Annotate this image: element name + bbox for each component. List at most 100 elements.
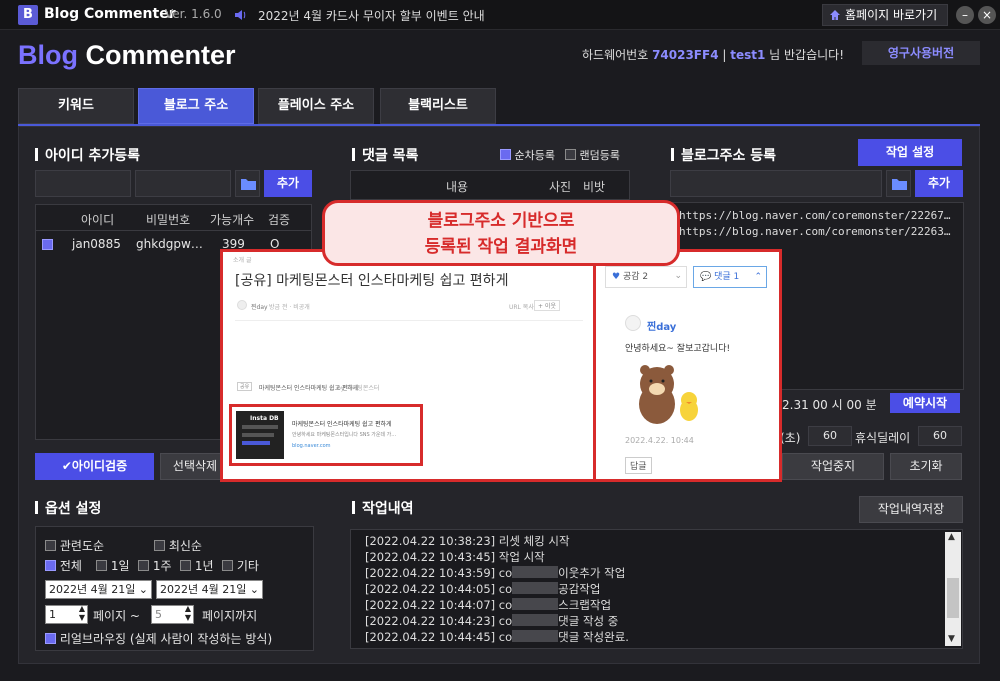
scrollbar-thumb[interactable] xyxy=(947,578,959,618)
page-from-stepper[interactable]: 1 ▲ ▼ xyxy=(45,604,88,624)
card-thumb-text: Insta DB xyxy=(250,415,279,422)
card-desc: 안녕하세요 마케팅몬스터입니다 SNS 가운데 가… xyxy=(292,432,397,438)
period-1d-checkbox[interactable] xyxy=(96,560,107,571)
id-input[interactable] xyxy=(35,170,131,197)
verify-id-label: 아이디검증 xyxy=(71,459,128,473)
sequential-option[interactable]: 순차등록 xyxy=(500,147,555,163)
task-settings-button[interactable]: 작업 설정 xyxy=(858,139,962,166)
log-message: 작업 시작 xyxy=(498,550,545,564)
list-item[interactable]: https://blog.naver.com/coremonster/22267… xyxy=(679,209,951,222)
tab-blacklist[interactable]: 블랙리스트 xyxy=(380,88,496,124)
schedule-hour[interactable]: 00 xyxy=(813,398,828,412)
sort-related-checkbox[interactable] xyxy=(45,540,56,551)
log-title: 작업내역 xyxy=(352,498,414,518)
page-to-label: 페이지까지 xyxy=(202,609,258,623)
chevron-down-icon: ⌄ xyxy=(249,583,259,596)
speech-bubble-icon: 💬 xyxy=(700,272,712,282)
callout-box: 블로그주소 기반으로 등록된 작업 결과화면 xyxy=(322,200,680,266)
blog-folder-button[interactable] xyxy=(886,170,911,197)
list-item[interactable]: https://blog.naver.com/coremonster/22263… xyxy=(679,225,951,238)
scroll-up-icon[interactable]: ▲ xyxy=(948,532,955,542)
homepage-button[interactable]: 홈페이지 바로가기 xyxy=(822,4,948,26)
commenter-name[interactable]: 찐day xyxy=(647,318,676,333)
random-option[interactable]: 랜덤등록 xyxy=(565,147,620,163)
period-1d-option[interactable]: 1일 xyxy=(96,557,130,574)
stop-task-button[interactable]: 작업중지 xyxy=(782,453,884,480)
screenshot-divider xyxy=(593,252,596,479)
delay-suffix: (초) xyxy=(780,431,801,445)
col-id: 아이디 xyxy=(81,213,115,227)
app-logo: Blog Commenter xyxy=(18,40,236,71)
page-to-value: 5 xyxy=(155,608,162,621)
notice-text[interactable]: 2022년 4월 카드사 무이자 할부 이벤트 안내 xyxy=(258,7,485,24)
blog-add-button[interactable]: 추가 xyxy=(915,170,963,197)
tab-keyword[interactable]: 키워드 xyxy=(18,88,134,124)
page-to-stepper[interactable]: 5 ▲ ▼ xyxy=(151,604,194,624)
callout-line-2: 등록된 작업 결과화면 xyxy=(424,237,578,257)
card-title: 마케팅몬스터 인스타마케팅 쉽고 편하게 xyxy=(292,421,392,428)
period-1y-checkbox[interactable] xyxy=(180,560,191,571)
real-browsing-checkbox[interactable] xyxy=(45,633,56,644)
license-button[interactable]: 영구사용버전 xyxy=(862,41,980,65)
delay-input[interactable]: 60 xyxy=(808,426,852,446)
id-add-button[interactable]: 추가 xyxy=(264,170,312,197)
period-etc-option[interactable]: 기타 xyxy=(222,557,259,574)
scroll-down-icon[interactable]: ▼ xyxy=(948,634,955,644)
date-from-picker[interactable]: 2022년 4월 21일 ⌄ xyxy=(45,580,152,599)
close-icon[interactable]: × xyxy=(978,6,996,24)
blog-url-input[interactable] xyxy=(670,170,882,197)
sort-recent-checkbox[interactable] xyxy=(154,540,165,551)
sort-recent-option[interactable]: 최신순 xyxy=(154,537,202,554)
neighbor-button[interactable]: + 이웃 xyxy=(534,300,560,311)
post-title: [공유] 마케팅몬스터 인스타마케팅 쉽고 편하게 xyxy=(235,273,509,289)
logo-rest-text: Commenter xyxy=(78,40,236,70)
minimize-icon[interactable]: – xyxy=(956,6,974,24)
date-to-picker[interactable]: 2022년 4월 21일 ⌄ xyxy=(156,580,263,599)
log-line: [2022.04.22 10:38:23] 리셋 체킹 시작 xyxy=(365,533,629,549)
log-message: 리셋 체킹 시작 xyxy=(498,534,570,548)
hw-separator: | xyxy=(718,48,731,62)
row-checkbox[interactable] xyxy=(42,239,53,250)
sort-related-option[interactable]: 관련도순 xyxy=(45,537,104,554)
shared-post-card[interactable]: Insta DB 마케팅몬스터 인스타마케팅 쉽고 편하게 안녕하세요 마케팅몬… xyxy=(229,404,423,466)
real-browsing-option[interactable]: 리얼브라우징 (실제 사람이 작성하는 방식) xyxy=(45,630,272,647)
post-category: 소개 글 xyxy=(233,257,252,264)
period-1w-option[interactable]: 1주 xyxy=(138,557,172,574)
greeting: 님 반갑습니다! xyxy=(765,48,845,62)
reset-button[interactable]: 초기화 xyxy=(890,453,962,480)
log-line: [2022.04.22 10:43:59] co 이웃추가 작업 xyxy=(365,565,629,581)
comment-table-header: 내용 사진 비밧 xyxy=(350,170,630,200)
row-id: jan0885 xyxy=(72,237,121,251)
tab-place-address[interactable]: 플레이스 주소 xyxy=(258,88,374,124)
log-user-prefix: co xyxy=(498,630,513,644)
log-message: 공감작업 xyxy=(558,582,601,596)
reserve-start-button[interactable]: 예약시작 xyxy=(890,393,960,413)
period-all-option[interactable]: 전체 xyxy=(45,557,82,574)
save-log-button[interactable]: 작업내역저장 xyxy=(859,496,963,523)
minute-unit: 분 xyxy=(865,398,877,412)
sequential-checkbox[interactable] xyxy=(500,149,511,160)
col-count: 가능개수 xyxy=(210,213,255,227)
period-1y-option[interactable]: 1년 xyxy=(180,557,214,574)
period-etc-checkbox[interactable] xyxy=(222,560,233,571)
tab-blog-address[interactable]: 블로그 주소 xyxy=(138,88,254,124)
like-button[interactable]: ♥ 공감 2 ⌄ xyxy=(605,266,687,288)
rest-delay-input[interactable]: 60 xyxy=(918,426,962,446)
password-input[interactable] xyxy=(135,170,231,197)
log-scrollbar[interactable]: ▲ ▼ xyxy=(945,532,961,646)
sort-related-label: 관련도순 xyxy=(59,539,104,553)
comment-toggle-button[interactable]: 💬 댓글 1 ⌃ xyxy=(693,266,767,288)
page-from-value: 1 xyxy=(49,608,56,621)
period-all-checkbox[interactable] xyxy=(45,560,56,571)
reply-button[interactable]: 답글 xyxy=(625,457,652,474)
schedule-minute[interactable]: 00 xyxy=(847,398,862,412)
log-time: [2022.04.22 10:44:07] xyxy=(365,598,496,612)
period-1w-checkbox[interactable] xyxy=(138,560,149,571)
masked-username xyxy=(512,614,559,626)
id-folder-button[interactable] xyxy=(235,170,260,197)
log-line: [2022.04.22 10:43:45] 작업 시작 xyxy=(365,549,629,565)
verify-id-button[interactable]: ✔아이디검증 xyxy=(35,453,154,480)
url-copy-link[interactable]: URL 복사 xyxy=(509,302,534,311)
log-user-prefix: co xyxy=(498,582,513,596)
random-checkbox[interactable] xyxy=(565,149,576,160)
